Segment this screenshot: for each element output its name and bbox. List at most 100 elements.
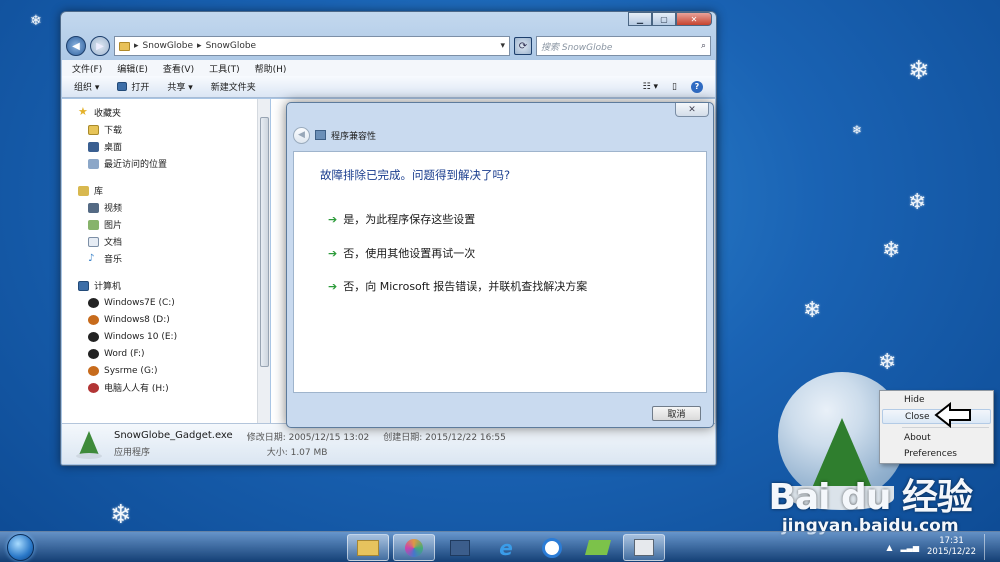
network-icon[interactable]: ▂▃▅ (901, 543, 919, 552)
dialog-header: ◀ 程序兼容性 (293, 125, 376, 145)
search-input[interactable]: 搜索 SnowGlobe ⌕ (536, 36, 711, 56)
start-button[interactable] (3, 532, 37, 562)
taskbar-compat-assistant[interactable] (623, 534, 665, 561)
menu-edit[interactable]: 编辑(E) (117, 62, 148, 75)
dialog-question: 故障排除已完成。问题得到解决了吗? (320, 168, 511, 182)
view-options-icon[interactable]: ☷ ▾ (643, 82, 658, 92)
clock[interactable]: 17:31 2015/12/22 (927, 536, 976, 558)
option-try-again[interactable]: ➔ 否，使用其他设置再试一次 (328, 245, 475, 261)
dialog-close-button[interactable]: ✕ (675, 103, 709, 117)
minimize-button[interactable]: ▁ (628, 12, 652, 26)
music-note-icon: ♪ (88, 252, 95, 264)
nav-item-documents[interactable]: 文档 (62, 233, 270, 250)
pointing-arrow-icon (934, 402, 971, 428)
menu-bar: 文件(F) 编辑(E) 查看(V) 工具(T) 帮助(H) (62, 60, 715, 76)
forward-button[interactable]: ▶ (90, 36, 110, 56)
navigation-pane: ★ 收藏夹 下载 桌面 最近访问的位置 库 视频 图片 文档 ♪ 音乐 计算机 … (62, 99, 270, 424)
taskbar-explorer[interactable] (347, 534, 389, 561)
nav-favorites[interactable]: ★ 收藏夹 (62, 104, 270, 121)
show-hidden-icons[interactable]: ▲ (886, 543, 892, 552)
nav-computer[interactable]: 计算机 (62, 277, 270, 294)
nav-item-drive-f[interactable]: Word (F:) (62, 345, 270, 362)
nav-item-videos[interactable]: 视频 (62, 199, 270, 216)
show-desktop-button[interactable] (984, 534, 992, 560)
clock-time: 17:31 (939, 536, 964, 546)
option-label: 是，为此程序保存这些设置 (343, 213, 476, 226)
nav-libraries[interactable]: 库 (62, 182, 270, 199)
view-controls: ☷ ▾ ▯ ? (643, 80, 715, 93)
help-icon[interactable]: ? (691, 80, 703, 93)
option-report-error[interactable]: ➔ 否，向 Microsoft 报告错误，并联机查找解决方案 (328, 278, 587, 294)
documents-library-icon (88, 236, 99, 247)
taskbar-sogou[interactable] (531, 534, 573, 561)
taskbar-paint[interactable] (393, 534, 435, 561)
nav-item-drive-g[interactable]: Sysrme (G:) (62, 362, 270, 379)
desktop-icon (88, 141, 99, 152)
option-save-settings[interactable]: ➔ 是，为此程序保存这些设置 (328, 211, 475, 227)
preview-pane-icon[interactable]: ▯ (672, 82, 677, 92)
new-folder-button[interactable]: 新建文件夹 (211, 80, 256, 93)
green-arrow-icon: ➔ (328, 246, 338, 260)
chevron-down-icon[interactable]: ▾ (500, 41, 505, 51)
share-button[interactable]: 共享 ▾ (167, 80, 192, 93)
command-bar: 组织 ▾ 打开 共享 ▾ 新建文件夹 ☷ ▾ ▯ ? (62, 76, 715, 98)
drive-icon (88, 365, 99, 376)
file-details: SnowGlobe_Gadget.exe 修改日期: 2005/12/15 13… (114, 430, 506, 458)
refresh-button[interactable]: ⟳ (514, 37, 532, 55)
nav-item-recent[interactable]: 最近访问的位置 (62, 155, 270, 172)
menu-view[interactable]: 查看(V) (163, 62, 194, 75)
taskbar-ie[interactable]: e (485, 534, 527, 561)
nav-item-downloads[interactable]: 下载 (62, 121, 270, 138)
nav-item-drive-c[interactable]: Windows7E (C:) (62, 294, 270, 311)
organize-button[interactable]: 组织 ▾ (74, 80, 99, 93)
folder-icon (357, 539, 379, 556)
back-arrow-icon[interactable]: ◀ (293, 126, 310, 144)
back-button[interactable]: ◀ (66, 36, 86, 56)
dialog-footer: 取消 (652, 406, 701, 421)
taskbar-pinned-app[interactable] (577, 534, 619, 561)
folder-icon (119, 41, 130, 51)
snowflake-icon: ❄ (803, 298, 822, 323)
open-button[interactable]: 打开 (117, 80, 149, 93)
nav-label: Word (F:) (104, 348, 145, 359)
breadcrumb-separator: ▸ (134, 41, 139, 51)
star-icon: ★ (78, 105, 88, 118)
nav-item-music[interactable]: ♪ 音乐 (62, 250, 270, 267)
address-bar[interactable]: ▸ SnowGlobe ▸ SnowGlobe ▾ (114, 36, 510, 56)
watermark-logo: Bai du 经验 (768, 477, 973, 518)
nav-scrollbar[interactable] (257, 99, 270, 424)
close-button[interactable]: ✕ (676, 12, 712, 26)
snowflake-icon: ❄ (908, 56, 930, 86)
details-pane: SnowGlobe_Gadget.exe 修改日期: 2005/12/15 13… (62, 423, 715, 464)
snowflake-icon: ❄ (878, 350, 897, 375)
snowflake-icon: ❄ (110, 500, 132, 530)
breadcrumb-item[interactable]: SnowGlobe (143, 41, 194, 51)
downloads-folder-icon (88, 124, 99, 135)
menu-item-preferences[interactable]: Preferences (904, 449, 957, 459)
menu-tools[interactable]: 工具(T) (209, 62, 240, 75)
taskbar-control-panel[interactable] (439, 534, 481, 561)
nav-item-drive-e[interactable]: Windows 10 (E:) (62, 328, 270, 345)
nav-label: 图片 (104, 221, 123, 231)
nav-item-drive-h[interactable]: 电脑人人有 (H:) (62, 379, 270, 396)
menu-item-about[interactable]: About (904, 433, 931, 443)
nav-item-drive-d[interactable]: Windows8 (D:) (62, 311, 270, 328)
scrollbar-thumb[interactable] (260, 117, 269, 367)
taskbar-apps: e (347, 534, 665, 561)
app-icon (584, 540, 612, 555)
nav-item-desktop[interactable]: 桌面 (62, 138, 270, 155)
menu-help[interactable]: 帮助(H) (255, 62, 287, 75)
drive-icon (88, 314, 99, 325)
compatibility-dialog: ✕ ◀ 程序兼容性 故障排除已完成。问题得到解决了吗? ➔ 是，为此程序保存这些… (286, 102, 714, 428)
clock-date: 2015/12/22 (927, 547, 976, 557)
nav-label: 桌面 (104, 143, 123, 153)
search-icon[interactable]: ⌕ (701, 41, 706, 51)
menu-item-hide[interactable]: Hide (904, 395, 925, 405)
palette-icon (405, 538, 423, 557)
maximize-button[interactable]: ▢ (652, 12, 676, 26)
cancel-button[interactable]: 取消 (652, 406, 701, 421)
option-label: 否，使用其他设置再试一次 (343, 247, 476, 260)
nav-item-pictures[interactable]: 图片 (62, 216, 270, 233)
menu-file[interactable]: 文件(F) (72, 62, 102, 75)
breadcrumb-item[interactable]: SnowGlobe (206, 41, 257, 51)
